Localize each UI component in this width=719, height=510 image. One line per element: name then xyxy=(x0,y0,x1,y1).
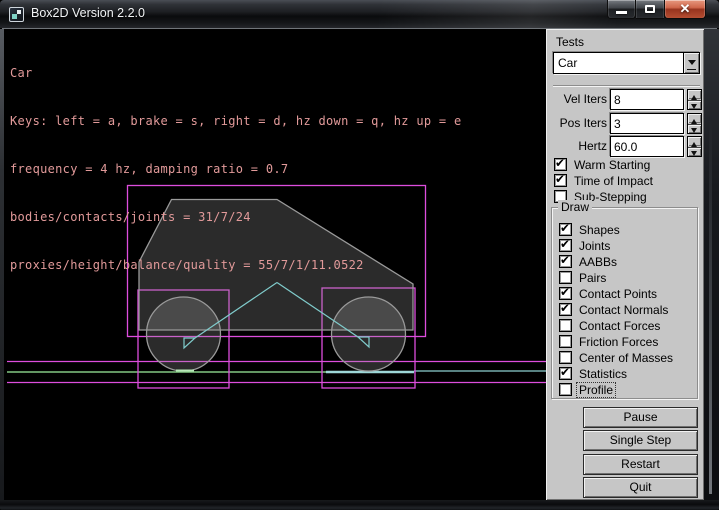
vel-iters-label: Vel Iters xyxy=(546,92,607,106)
pos-iters-input[interactable] xyxy=(610,113,684,134)
checkmark-icon: ✔ xyxy=(560,253,570,267)
tests-dropdown-button[interactable] xyxy=(683,53,699,73)
chevron-underline xyxy=(687,69,696,70)
checkbox-box: ✔ xyxy=(559,351,572,364)
simulation-canvas[interactable]: Car Keys: left = a, brake = s, right = d… xyxy=(4,29,546,500)
checkbox-box: ✔ xyxy=(559,319,572,332)
spinner-up-icon xyxy=(691,116,697,124)
checkbox-label: Contact Points xyxy=(579,287,657,301)
checkbox-label: Contact Forces xyxy=(579,319,660,333)
spinner-up-icon xyxy=(691,92,697,100)
checkbox-label: Pairs xyxy=(579,271,606,285)
spinner-up-button[interactable] xyxy=(688,114,701,123)
checkbox-label: Shapes xyxy=(579,223,620,237)
hertz-row: Hertz xyxy=(546,136,704,157)
hertz-input[interactable] xyxy=(610,136,684,157)
spinner-down-icon xyxy=(691,151,697,159)
checkbox-label: Statistics xyxy=(579,367,627,381)
pause-button[interactable]: Pause xyxy=(583,407,698,428)
checkmark-icon: ✔ xyxy=(560,237,570,251)
checkbox-label: Center of Masses xyxy=(579,351,673,365)
spinner-down-button[interactable] xyxy=(688,147,701,156)
checkbox-box: ✔ xyxy=(559,287,572,300)
checkbox-box: ✔ xyxy=(554,158,567,171)
checkbox-label: AABBs xyxy=(579,255,617,269)
checkbox-box: ✔ xyxy=(559,223,572,236)
checkmark-icon: ✔ xyxy=(560,301,570,315)
stats-line-test-name: Car xyxy=(10,65,461,81)
stats-line-bodies: bodies/contacts/joints = 31/7/24 xyxy=(10,209,461,225)
checkbox-box: ✔ xyxy=(559,367,572,380)
tests-dropdown[interactable]: Car xyxy=(553,52,700,74)
checkbox-box: ✔ xyxy=(559,303,572,316)
window-border-bottom xyxy=(0,500,719,510)
maximize-icon xyxy=(645,5,655,13)
checkbox-label: Friction Forces xyxy=(579,335,658,349)
quit-button[interactable]: Quit xyxy=(583,477,698,498)
pos-iters-spinner xyxy=(687,113,702,134)
minimize-button[interactable] xyxy=(607,0,636,19)
checkmark-icon: ✔ xyxy=(560,285,570,299)
hertz-spinner xyxy=(687,136,702,157)
checkbox-label: Contact Normals xyxy=(579,303,668,317)
chevron-down-icon xyxy=(688,60,696,69)
pos-iters-row: Pos Iters xyxy=(546,113,704,134)
debug-stats-text: Car Keys: left = a, brake = s, right = d… xyxy=(10,33,461,305)
spinner-down-button[interactable] xyxy=(688,124,701,133)
single-step-button[interactable]: Single Step xyxy=(583,430,698,451)
tests-label: Tests xyxy=(556,35,584,49)
checkbox-box: ✔ xyxy=(559,239,572,252)
checkbox-box: ✔ xyxy=(554,174,567,187)
checkbox-label: Profile xyxy=(577,383,615,397)
checkbox-label: Warm Starting xyxy=(574,158,650,172)
spinner-up-button[interactable] xyxy=(688,90,701,99)
checkmark-icon: ✔ xyxy=(560,221,570,235)
pos-iters-label: Pos Iters xyxy=(546,116,607,130)
stats-line-frequency: frequency = 4 hz, damping ratio = 0.7 xyxy=(10,161,461,177)
maximize-button[interactable] xyxy=(636,0,664,19)
spinner-down-icon xyxy=(691,104,697,112)
window-title: Box2D Version 2.2.0 xyxy=(31,0,145,29)
title-bar[interactable]: Box2D Version 2.2.0 ✕ xyxy=(0,0,719,29)
window-controls: ✕ xyxy=(607,0,706,19)
stats-line-keys: Keys: left = a, brake = s, right = d, hz… xyxy=(10,113,461,129)
checkbox-box: ✔ xyxy=(559,255,572,268)
separator xyxy=(553,85,700,87)
minimize-icon xyxy=(616,11,627,14)
stats-line-proxies: proxies/height/balance/quality = 55/7/1/… xyxy=(10,257,461,273)
hertz-label: Hertz xyxy=(546,139,607,153)
restart-button[interactable]: Restart xyxy=(583,454,698,475)
close-icon: ✕ xyxy=(665,0,705,18)
tests-dropdown-value: Car xyxy=(558,53,577,73)
app-icon xyxy=(9,7,24,22)
draw-group-label: Draw xyxy=(558,200,592,214)
checkmark-icon: ✔ xyxy=(555,156,565,170)
vel-iters-spinner xyxy=(687,89,702,110)
close-button[interactable]: ✕ xyxy=(664,0,706,19)
app-window: Box2D Version 2.2.0 ✕ xyxy=(0,0,719,510)
checkmark-icon: ✔ xyxy=(560,365,570,379)
checkbox-label: Joints xyxy=(579,239,610,253)
spinner-down-icon xyxy=(691,128,697,136)
spinner-down-button[interactable] xyxy=(688,100,701,109)
spinner-up-button[interactable] xyxy=(688,137,701,146)
spinner-up-icon xyxy=(691,139,697,147)
vel-iters-row: Vel Iters xyxy=(546,89,704,110)
checkmark-icon: ✔ xyxy=(555,172,565,186)
vel-iters-input[interactable] xyxy=(610,89,684,110)
checkbox-box: ✔ xyxy=(559,335,572,348)
checkbox-box: ✔ xyxy=(559,383,572,396)
control-panel: Tests Car Vel Iters Pos Iters xyxy=(546,29,704,500)
window-border-right xyxy=(704,29,719,500)
checkbox-label: Time of Impact xyxy=(574,174,653,188)
checkbox-box: ✔ xyxy=(559,271,572,284)
